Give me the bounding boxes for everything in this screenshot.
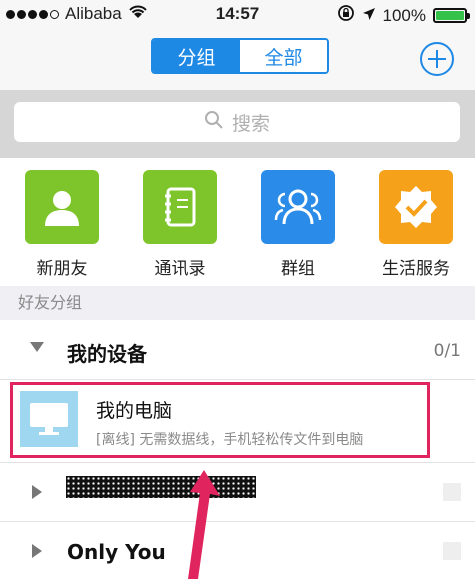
person-icon [25, 170, 99, 244]
group-row-redacted[interactable] [0, 462, 475, 522]
expand-arrow-icon [30, 342, 44, 352]
annotation-arrow-icon [188, 470, 220, 579]
device-row-my-computer[interactable]: 我的电脑 [离线] 无需数据线，手机轻松传文件到电脑 [0, 380, 475, 462]
section-header: 好友分组 [0, 286, 475, 320]
group-count: 0/1 [433, 341, 461, 361]
group-row-only-you[interactable]: Only You [0, 522, 475, 579]
segmented-control: 分组 全部 [151, 38, 329, 74]
group-row-my-devices[interactable]: 我的设备 0/1 [0, 320, 475, 380]
add-button[interactable] [420, 42, 454, 76]
collapse-arrow-icon [32, 544, 42, 558]
location-icon [362, 6, 376, 26]
shortcut-groups[interactable]: 群组 [248, 170, 348, 279]
group-icon [261, 170, 335, 244]
collapse-arrow-icon [32, 485, 42, 499]
group-name: 我的设备 [67, 342, 147, 366]
shortcut-label: 通讯录 [154, 259, 206, 279]
device-description: [离线] 无需数据线，手机轻松传文件到电脑 [96, 432, 364, 448]
shortcut-label: 新朋友 [36, 259, 88, 279]
search-icon [204, 110, 224, 135]
status-bar: Alibaba 14:57 100% [0, 0, 475, 28]
tab-groups[interactable]: 分组 [153, 40, 240, 72]
shortcut-label: 生活服务 [382, 259, 450, 279]
shortcut-new-friends[interactable]: 新朋友 [12, 170, 112, 279]
shortcut-contacts[interactable]: 通讯录 [130, 170, 230, 279]
search-area: 搜索 [0, 90, 475, 158]
battery-icon [433, 8, 470, 23]
nav-bar: 分组 全部 [0, 28, 475, 90]
group-name: Only You [67, 540, 166, 564]
search-placeholder: 搜索 [231, 112, 270, 135]
rotation-lock-icon [337, 4, 355, 27]
service-badge-icon [379, 170, 453, 244]
search-input[interactable]: 搜索 [14, 102, 460, 142]
address-book-icon [143, 170, 217, 244]
shortcut-life-services[interactable]: 生活服务 [366, 170, 466, 279]
computer-icon [20, 391, 78, 447]
tab-all[interactable]: 全部 [240, 40, 327, 72]
redacted-group-name [66, 476, 256, 498]
battery-percent: 100% [382, 5, 426, 25]
function-shortcuts: 新朋友 通讯录 群组 生活服务 [0, 158, 475, 286]
group-count-obscured [443, 483, 461, 501]
shortcut-label: 群组 [281, 259, 315, 279]
status-right: 100% [337, 4, 470, 27]
device-name: 我的电脑 [96, 400, 173, 422]
group-count-obscured [443, 542, 461, 560]
